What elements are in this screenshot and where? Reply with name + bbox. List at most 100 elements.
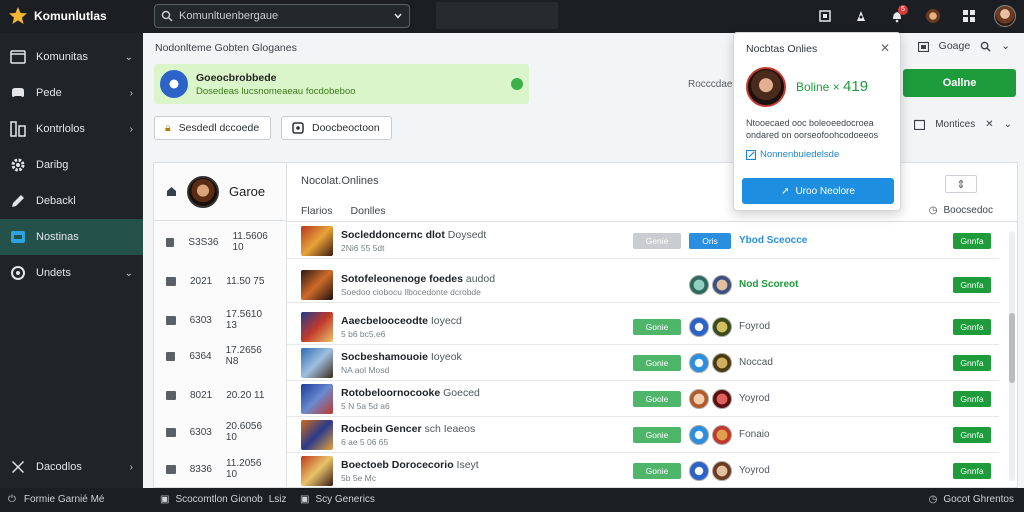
expand-button[interactable]: ⇕ — [945, 175, 977, 193]
game-status: Yoyrod — [739, 465, 770, 476]
list-item[interactable]: 6364 17.2656 N8 — [154, 345, 286, 367]
send-icon: ➚ — [781, 185, 790, 197]
sidebar: Komunitas ⌄ Pede › Kontrlolos › Daribg D… — [0, 33, 143, 488]
chevron-down-icon[interactable] — [393, 11, 403, 21]
star-logo-icon — [9, 7, 27, 24]
app-brand[interactable]: Komunlutlas — [8, 6, 107, 26]
puzzle-icon[interactable] — [850, 5, 872, 27]
table-row[interactable]: Boectoeb Dorocecorio Iseyt 5b 5e Mc Goni… — [287, 453, 999, 489]
scrollbar-thumb[interactable] — [1009, 313, 1015, 383]
close-icon[interactable]: ✕ — [880, 41, 890, 55]
divider — [287, 221, 1017, 222]
lock-icon: 🔒︎ — [165, 121, 171, 134]
filter-label: Montices — [935, 119, 976, 130]
close-icon[interactable]: ✕ — [985, 119, 993, 130]
action-button[interactable]: Gnnfa — [953, 277, 991, 293]
list-item[interactable]: S3S36 11.5606 10 — [154, 231, 286, 253]
search-icon[interactable] — [980, 41, 991, 52]
game-header[interactable]: Garoe — [154, 163, 286, 221]
game-thumbnail — [301, 226, 333, 256]
status-left-label: Formie Garnié Mé — [23, 494, 105, 505]
status-left[interactable]: ⏻ Formie Garnié Mé — [8, 494, 105, 505]
play-icon[interactable] — [511, 78, 523, 90]
search-input[interactable]: Komunltuenbergaue — [154, 4, 410, 28]
calendar-icon[interactable] — [917, 41, 929, 52]
sidebar-item-komunitas[interactable]: Komunitas ⌄ — [0, 39, 143, 75]
panel-tabs: Flarios Donlles — [301, 205, 386, 217]
popup-link[interactable]: Nonnenbuiedelsde — [746, 149, 839, 160]
puzzle-icon — [12, 461, 24, 473]
action-button[interactable]: Gnnfa — [953, 427, 991, 443]
game-status: Foyrod — [739, 321, 771, 332]
game-meta: 5 b6 bc5.e6 — [341, 329, 386, 339]
pen-icon — [12, 195, 24, 207]
table-row[interactable]: Aaecbelooceodte Ioyecd 5 b6 bc5.e6 Gonie… — [287, 309, 999, 345]
list-item[interactable]: 8336 11.2056 10 — [154, 458, 286, 480]
popup-action-button[interactable]: ➚ Uroo Neolore — [742, 178, 894, 204]
doc-icon — [166, 351, 176, 361]
main-toolbar: Goage ⌄ — [917, 40, 1010, 52]
action-button[interactable]: Gnnfa — [953, 233, 991, 249]
sidebar-item-daribg[interactable]: Daribg — [0, 147, 143, 183]
list-item[interactable]: 2021 11.50 75 — [154, 271, 286, 291]
online-stat: Boline × 419 — [796, 78, 868, 95]
game-status: Yoyrod — [739, 393, 770, 404]
status-mid[interactable]: ▣ Scocomtlon Gionob Lsiz — [160, 494, 287, 505]
status-mid-2[interactable]: ▣ Scy Generics — [300, 494, 375, 505]
game-thumbnail — [301, 348, 333, 378]
maximize-icon[interactable] — [814, 5, 836, 27]
top-bar: Komunlutlas Komunltuenbergaue 5 — [0, 0, 1024, 33]
action-button[interactable]: Gnnfa — [953, 391, 991, 407]
action-button[interactable]: Gnnfa — [953, 355, 991, 371]
sidebar-item-kontrlolos[interactable]: Kontrlolos › — [0, 111, 143, 147]
table-row[interactable]: Socbeshamouoie Ioyeok NA aol Mosd Gonie … — [287, 345, 999, 381]
tab-flarios[interactable]: Flarios — [301, 205, 333, 217]
sidebar-item-nostinas[interactable]: Nostinas — [0, 219, 143, 255]
connect-button[interactable]: Doocbeoctoon — [281, 116, 392, 140]
games-list-area: Nocolat.Onlines Flarios Donlles ⇕ ◷ Booc… — [287, 163, 1017, 489]
bell-icon[interactable]: 5 — [886, 5, 908, 27]
grid-icon[interactable] — [958, 5, 980, 27]
alert-title: Goeocbrobbede — [196, 71, 277, 84]
game-title: Rotobeloornocooke Goeced — [341, 387, 480, 399]
table-row[interactable]: Socleddoncernc dlot Doysedt 2Ni6 55 5dt … — [287, 223, 999, 259]
player-avatars — [689, 389, 732, 409]
filter-control[interactable]: Montices ✕ ⌄ — [914, 119, 1012, 130]
tab-donlles[interactable]: Donlles — [351, 205, 386, 217]
row-code: 6303 — [189, 426, 212, 438]
row-code: S3S36 — [188, 236, 219, 248]
chevron-down-icon[interactable]: ⌄ — [1004, 119, 1012, 130]
scrollbar[interactable] — [1009, 231, 1015, 481]
sidebar-item-dacodlos[interactable]: Dacodlos › — [0, 449, 143, 485]
row-code: 8336 — [189, 463, 212, 475]
list-item[interactable]: 8021 20.20 11 — [154, 385, 286, 405]
row-code: 6303 — [189, 314, 212, 326]
status-mid-label: Scocomtlon Gionob — [175, 494, 263, 505]
sidebar-item-undets[interactable]: Undets ⌄ — [0, 255, 143, 291]
table-row[interactable]: Rotobeloornocooke Goeced 5 N 5a 5d a6 Go… — [287, 381, 999, 417]
shield-icon — [292, 122, 304, 134]
panel-meta[interactable]: ◷ Boocsedoc — [929, 205, 993, 216]
goage-label[interactable]: Goage — [939, 40, 971, 52]
table-row[interactable]: Rocbein Gencer sch Ieaeos 6 ae 5 06 65 G… — [287, 417, 999, 453]
find-button[interactable]: 🔒︎ Sesdedl dccoede — [154, 116, 271, 140]
list-item[interactable]: 6303 20.6056 10 — [154, 421, 286, 443]
game-meta: 5 N 5a 5d a6 — [341, 401, 390, 411]
action-button[interactable]: Gnnfa — [953, 319, 991, 335]
popup-description: Ntooecaed ooc boleoeedocroea ondared on … — [746, 118, 879, 140]
sidebar-item-debackl[interactable]: Debackl — [0, 183, 143, 219]
game-title: Socleddoncernc dlot Doysedt — [341, 229, 487, 241]
inbox-icon — [11, 231, 25, 243]
table-row[interactable]: Sotofeleonenoge foedes audod Soedoo ciob… — [287, 267, 999, 303]
list-item[interactable]: 6303 17.5610 13 — [154, 309, 286, 331]
alert-banner[interactable]: Goeocbrobbede Dosedeas lucsnomeaeau focd… — [154, 64, 529, 104]
chevron-down-icon[interactable]: ⌄ — [1001, 40, 1010, 52]
avatar — [689, 317, 709, 337]
user-mini-icon[interactable] — [922, 5, 944, 27]
online-button[interactable]: Oallne — [903, 69, 1016, 97]
avatar[interactable] — [994, 5, 1016, 27]
panel-meta-label: Boocsedoc — [943, 205, 993, 216]
sidebar-item-pede[interactable]: Pede › — [0, 75, 143, 111]
status-right[interactable]: ◷ Gocot Ghrentos — [929, 494, 1014, 505]
action-button[interactable]: Gnnfa — [953, 463, 991, 479]
